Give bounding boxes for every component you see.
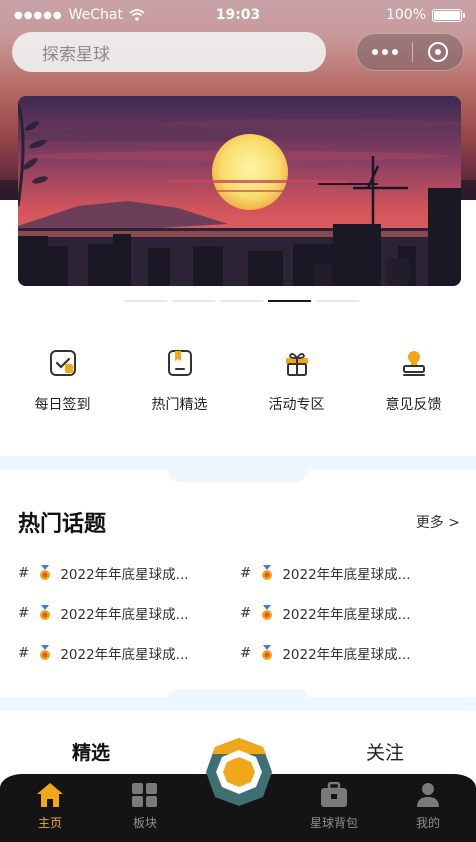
tab-bag[interactable]: 星球背包 bbox=[304, 782, 364, 831]
topic-text: 2022年年底星球成... bbox=[60, 567, 189, 583]
capsule-divider bbox=[412, 42, 414, 62]
feedback-stamp-icon bbox=[397, 346, 431, 380]
home-icon bbox=[37, 783, 63, 807]
carousel-dot[interactable] bbox=[268, 300, 311, 302]
topic-hash: # bbox=[18, 565, 30, 581]
checkin-icon bbox=[46, 346, 80, 380]
status-time: 19:03 bbox=[215, 7, 261, 23]
battery-percent: 100% bbox=[385, 7, 426, 23]
carousel-dot[interactable] bbox=[172, 300, 215, 302]
topic-text: 2022年年底星球成... bbox=[60, 647, 189, 663]
quick-label-checkin: 每日签到 bbox=[34, 397, 91, 413]
search-row: 探索星球 bbox=[12, 31, 464, 73]
quick-item-featured[interactable]: 热门精选 bbox=[125, 346, 235, 414]
medal-icon bbox=[260, 645, 274, 661]
carousel-dot[interactable] bbox=[220, 300, 263, 302]
miniprogram-capsule bbox=[356, 33, 464, 71]
octagon-logo-icon bbox=[206, 738, 272, 806]
close-miniprogram-icon[interactable] bbox=[427, 42, 448, 62]
topic-hash: # bbox=[240, 565, 252, 581]
section-divider bbox=[0, 456, 476, 482]
tab-board-label: 板块 bbox=[132, 816, 157, 830]
center-publish-button[interactable] bbox=[204, 736, 274, 808]
topic-hash: # bbox=[18, 605, 30, 621]
topic-hash: # bbox=[240, 605, 252, 621]
gift-icon bbox=[280, 346, 314, 380]
tab-follow[interactable]: 关注 bbox=[366, 738, 404, 765]
briefcase-icon bbox=[321, 782, 347, 807]
topic-text: 2022年年底星球成... bbox=[282, 567, 411, 583]
quick-label-events: 活动专区 bbox=[268, 397, 325, 413]
tab-bag-label: 星球背包 bbox=[309, 816, 358, 830]
topic-item[interactable]: # 2022年年底星球成... bbox=[18, 564, 240, 583]
hot-topics-list: # 2022年年底星球成... # 2022年年底星球成... # 2022年年… bbox=[18, 564, 468, 663]
topic-item[interactable]: # 2022年年底星球成... bbox=[240, 604, 462, 623]
status-left: ●●●●● WeChat bbox=[14, 7, 145, 23]
carrier-name: WeChat bbox=[68, 7, 123, 23]
topic-text: 2022年年底星球成... bbox=[282, 607, 411, 623]
wifi-icon bbox=[129, 9, 145, 21]
topic-text: 2022年年底星球成... bbox=[60, 607, 189, 623]
tab-mine-label: 我的 bbox=[415, 816, 440, 830]
tab-board[interactable]: 板块 bbox=[115, 782, 175, 831]
quick-item-events[interactable]: 活动专区 bbox=[242, 346, 352, 414]
topic-item[interactable]: # 2022年年底星球成... bbox=[18, 644, 240, 663]
grid-icon bbox=[132, 783, 157, 807]
section-divider bbox=[0, 689, 476, 711]
search-input[interactable]: 探索星球 bbox=[12, 32, 326, 72]
topic-hash: # bbox=[240, 645, 252, 661]
user-icon bbox=[417, 783, 439, 807]
quick-label-featured: 热门精选 bbox=[151, 397, 208, 413]
banner-image bbox=[18, 96, 461, 286]
quick-item-checkin[interactable]: 每日签到 bbox=[8, 346, 118, 414]
bookmark-icon bbox=[163, 346, 197, 380]
quick-menu: 每日签到 热门精选 活动专区 意见反馈 bbox=[0, 346, 476, 414]
more-link[interactable]: 更多 > bbox=[416, 512, 460, 532]
tab-mine[interactable]: 我的 bbox=[398, 782, 458, 831]
status-bar: ●●●●● WeChat 19:03 100% bbox=[0, 0, 476, 30]
topic-item[interactable]: # 2022年年底星球成... bbox=[240, 564, 462, 583]
tab-home-label: 主页 bbox=[37, 816, 62, 830]
quick-label-feedback: 意见反馈 bbox=[385, 397, 442, 413]
hot-topics-header: 热门话题 更多 > bbox=[18, 506, 460, 538]
battery-level bbox=[434, 10, 460, 20]
carousel-dot[interactable] bbox=[124, 300, 167, 302]
topic-text: 2022年年底星球成... bbox=[282, 647, 411, 663]
search-placeholder: 探索星球 bbox=[42, 44, 110, 65]
more-icon[interactable] bbox=[372, 49, 399, 55]
carousel-dot[interactable] bbox=[316, 300, 359, 302]
topic-item[interactable]: # 2022年年底星球成... bbox=[18, 604, 240, 623]
topic-hash: # bbox=[18, 645, 30, 661]
carousel-indicators bbox=[124, 300, 359, 302]
medal-icon bbox=[260, 605, 274, 621]
tab-home[interactable]: 主页 bbox=[20, 782, 80, 831]
battery-icon bbox=[432, 8, 465, 22]
tab-selected[interactable]: 精选 bbox=[72, 738, 110, 765]
banner-carousel[interactable] bbox=[18, 96, 461, 286]
topic-item[interactable]: # 2022年年底星球成... bbox=[240, 644, 462, 663]
medal-icon bbox=[38, 605, 52, 621]
signal-dots-icon: ●●●●● bbox=[14, 9, 63, 21]
hot-topics-title: 热门话题 bbox=[18, 512, 107, 537]
medal-icon bbox=[260, 565, 274, 581]
quick-item-feedback[interactable]: 意见反馈 bbox=[359, 346, 469, 414]
medal-icon bbox=[38, 645, 52, 661]
medal-icon bbox=[38, 565, 52, 581]
status-right: 100% bbox=[385, 7, 465, 23]
